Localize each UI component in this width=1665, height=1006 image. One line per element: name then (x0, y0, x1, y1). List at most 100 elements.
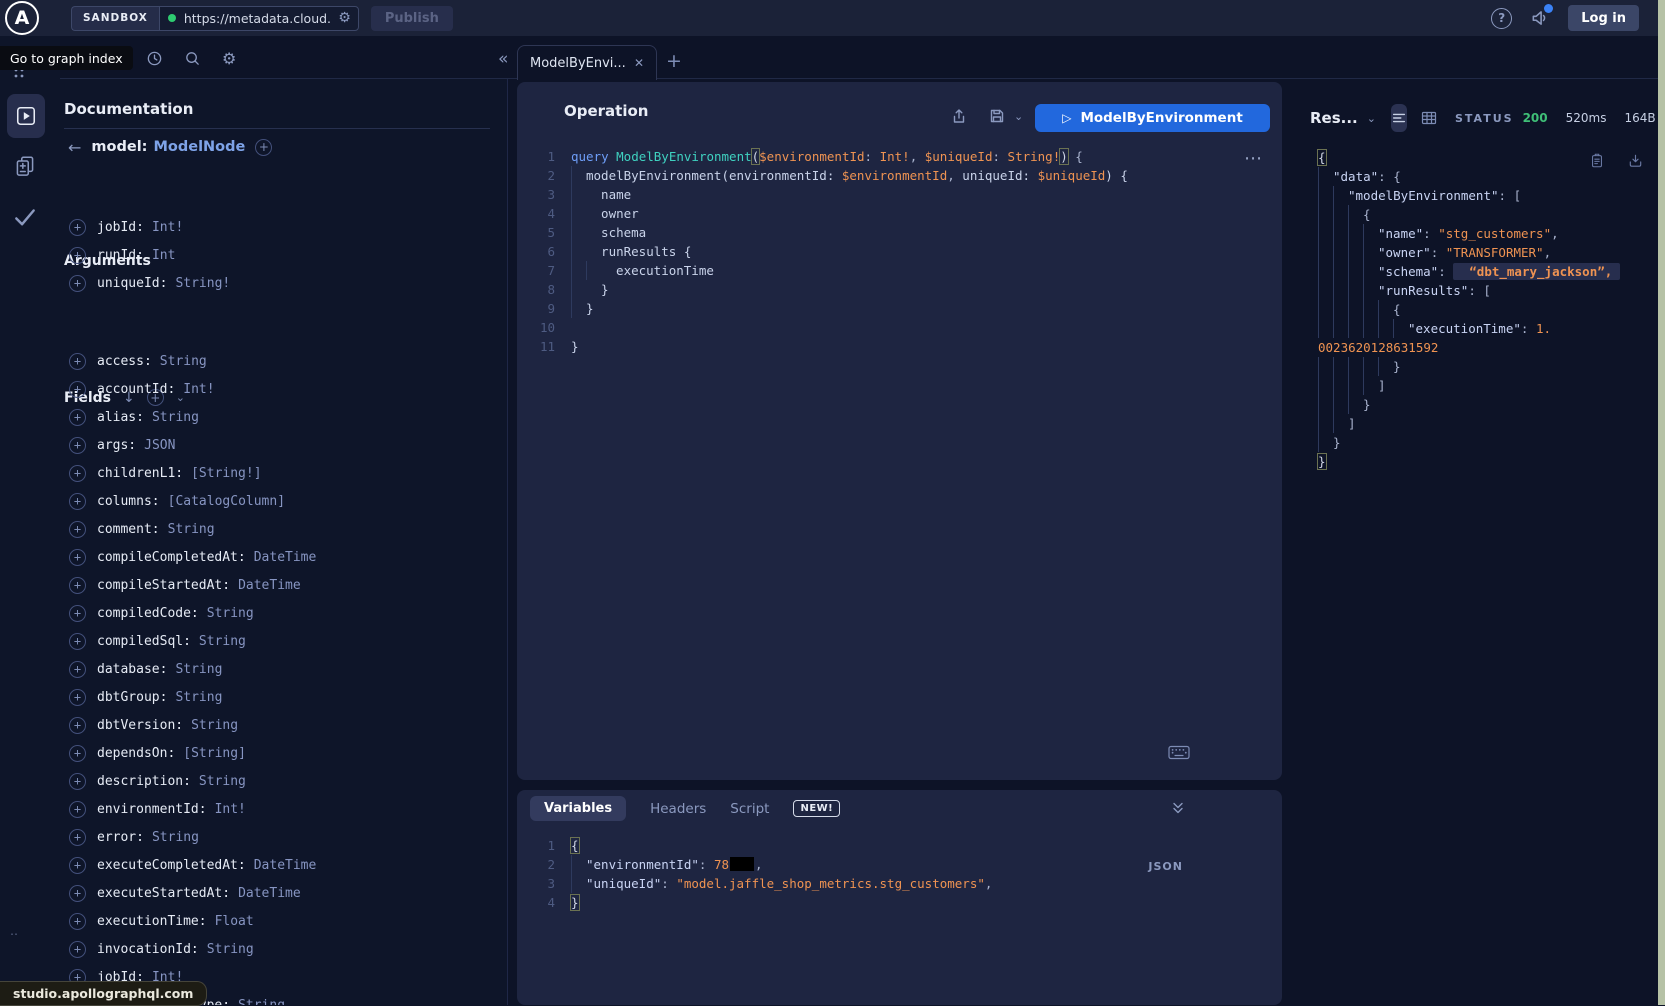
field-row[interactable]: + executionTime: Float (64, 907, 499, 935)
field-row[interactable]: + invocationId: String (64, 935, 499, 963)
tab-script[interactable]: Script (730, 801, 769, 817)
save-icon[interactable] (988, 107, 1006, 125)
field-row[interactable]: + comment: String (64, 515, 499, 543)
field-type[interactable]: String (168, 522, 215, 537)
field-type[interactable]: DateTime (238, 886, 301, 901)
add-argument-icon[interactable]: + (69, 275, 86, 292)
argument-row[interactable]: + uniqueId: String! (64, 269, 499, 297)
field-type[interactable]: DateTime (254, 858, 317, 873)
collapse-sidebar-icon[interactable]: « (498, 49, 508, 69)
back-arrow-icon[interactable]: ← (68, 138, 81, 157)
operation-tab[interactable]: ModelByEnvi... ✕ (517, 45, 657, 80)
variables-editor[interactable]: 1{2"environmentId": 78,3"uniqueId": "mod… (529, 836, 1252, 912)
add-field-icon[interactable]: + (69, 465, 86, 482)
add-field-icon[interactable]: + (69, 381, 86, 398)
add-field-icon[interactable]: + (69, 577, 86, 594)
add-field-icon[interactable]: + (69, 353, 86, 370)
endpoint-url-text[interactable]: https://metadata.cloud.get (184, 11, 331, 26)
history-icon[interactable] (146, 50, 163, 67)
field-row[interactable]: + environmentId: Int! (64, 795, 499, 823)
settings-gear-icon[interactable]: ⚙ (222, 49, 236, 68)
apollo-logo[interactable]: A (5, 1, 39, 35)
argument-row[interactable]: + jobId: Int! (64, 213, 499, 241)
field-row[interactable]: + compiledSql: String (64, 627, 499, 655)
explorer-nav-item[interactable] (7, 94, 45, 138)
field-row[interactable]: + error: String (64, 823, 499, 851)
add-field-icon[interactable]: + (69, 409, 86, 426)
add-field-icon[interactable]: + (69, 913, 86, 930)
field-type[interactable]: DateTime (238, 578, 301, 593)
breadcrumb-type-link[interactable]: ModelNode (153, 139, 245, 155)
checks-nav-item[interactable] (12, 204, 38, 230)
argument-type[interactable]: Int (152, 248, 175, 263)
tab-headers[interactable]: Headers (650, 801, 706, 817)
field-row[interactable]: + access: String (64, 347, 499, 375)
field-row[interactable]: + dependsOn: [String] (64, 739, 499, 767)
add-argument-icon[interactable]: + (69, 219, 86, 236)
add-field-icon[interactable]: + (69, 745, 86, 762)
copy-response-icon[interactable] (1589, 152, 1605, 169)
publish-button[interactable]: Publish (371, 6, 453, 31)
field-type[interactable]: String (199, 774, 246, 789)
field-type[interactable]: String (207, 942, 254, 957)
field-row[interactable]: + compileStartedAt: DateTime (64, 571, 499, 599)
add-field-icon[interactable]: + (69, 689, 86, 706)
argument-type[interactable]: Int! (152, 220, 183, 235)
field-type[interactable]: [String!] (191, 466, 261, 481)
argument-type[interactable]: String! (175, 276, 230, 291)
field-type[interactable]: DateTime (254, 550, 317, 565)
field-type[interactable]: Int! (215, 802, 246, 817)
run-operation-button[interactable]: ▷ ModelByEnvironment (1035, 104, 1270, 132)
add-argument-icon[interactable]: + (69, 247, 86, 264)
field-type[interactable]: JSON (144, 438, 175, 453)
add-field-icon[interactable]: + (69, 521, 86, 538)
add-field-icon[interactable]: + (69, 605, 86, 622)
field-row[interactable]: + database: String (64, 655, 499, 683)
share-icon[interactable] (950, 107, 968, 125)
table-view-toggle[interactable] (1420, 109, 1438, 127)
field-row[interactable]: + alias: String (64, 403, 499, 431)
field-row[interactable]: + childrenL1: [String!] (64, 459, 499, 487)
add-field-icon[interactable]: + (69, 857, 86, 874)
announcements-megaphone-icon[interactable] (1530, 8, 1550, 28)
field-row[interactable]: + executeCompletedAt: DateTime (64, 851, 499, 879)
save-chevron-down-icon[interactable]: ⌄ (1014, 110, 1023, 123)
add-field-icon[interactable]: + (69, 717, 86, 734)
collapse-variables-icon[interactable] (1170, 800, 1186, 816)
field-row[interactable]: + compileCompletedAt: DateTime (64, 543, 499, 571)
field-type[interactable]: [String] (183, 746, 246, 761)
response-body[interactable]: {"data": {"modelByEnvironment": [{"name"… (1318, 148, 1652, 471)
close-tab-icon[interactable]: ✕ (634, 56, 644, 70)
add-field-icon[interactable]: + (69, 437, 86, 454)
field-row[interactable]: + dbtVersion: String (64, 711, 499, 739)
field-type[interactable]: String (199, 634, 246, 649)
add-field-icon[interactable]: + (69, 549, 86, 566)
help-icon[interactable]: ? (1491, 8, 1512, 29)
endpoint-url-input[interactable]: https://metadata.cloud.get ⚙ (159, 6, 359, 31)
add-field-icon[interactable]: + (69, 829, 86, 846)
login-button[interactable]: Log in (1568, 5, 1639, 31)
field-type[interactable]: String (207, 606, 254, 621)
add-field-icon[interactable]: + (69, 773, 86, 790)
add-field-icon[interactable]: + (69, 885, 86, 902)
field-type[interactable]: String (175, 662, 222, 677)
search-icon[interactable] (184, 50, 201, 67)
add-field-icon[interactable]: + (69, 633, 86, 650)
field-type[interactable]: String (238, 998, 285, 1006)
rail-more-icon[interactable]: ‥ (10, 924, 20, 938)
response-dropdown[interactable]: Res... (1310, 109, 1358, 127)
field-type[interactable]: String (160, 354, 207, 369)
schema-diff-nav-item[interactable] (13, 154, 37, 180)
tab-variables[interactable]: Variables (530, 796, 626, 821)
field-row[interactable]: + accountId: Int! (64, 375, 499, 403)
field-row[interactable]: + columns: [CatalogColumn] (64, 487, 499, 515)
add-field-icon[interactable]: + (255, 139, 272, 156)
field-type[interactable]: Int! (183, 382, 214, 397)
field-row[interactable]: + description: String (64, 767, 499, 795)
endpoint-settings-gear-icon[interactable]: ⚙ (338, 10, 351, 26)
field-type[interactable]: String (191, 718, 238, 733)
add-field-icon[interactable]: + (69, 493, 86, 510)
field-type[interactable]: String (175, 690, 222, 705)
field-row[interactable]: + executeStartedAt: DateTime (64, 879, 499, 907)
new-tab-icon[interactable]: + (666, 50, 682, 72)
